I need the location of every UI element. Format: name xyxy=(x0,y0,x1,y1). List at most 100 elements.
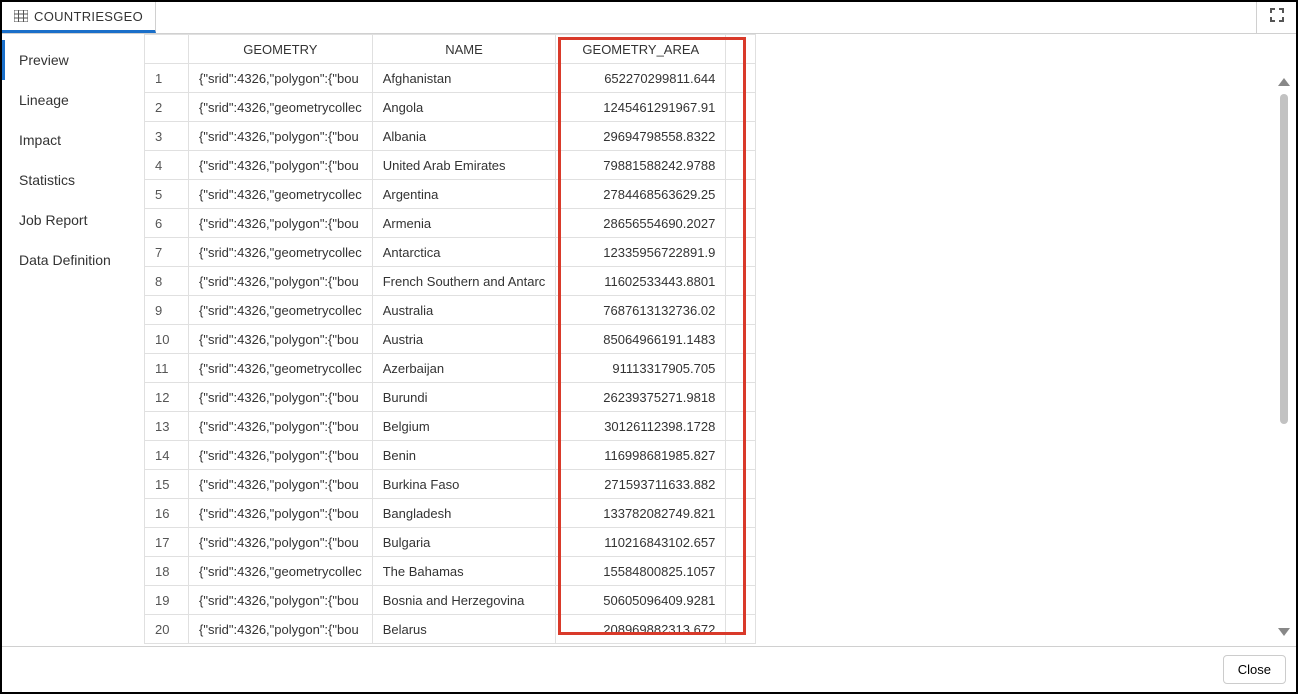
column-header-rownum[interactable] xyxy=(145,35,189,64)
cell-geometry: {"srid":4326,"polygon":{"bou xyxy=(189,267,373,296)
cell-name: French Southern and Antarc xyxy=(372,267,556,296)
sidebar-item-preview[interactable]: Preview xyxy=(2,40,144,80)
table-row[interactable]: 20{"srid":4326,"polygon":{"bouBelarus208… xyxy=(145,615,756,644)
cell-area: 11602533443.8801 xyxy=(556,267,726,296)
cell-name: Albania xyxy=(372,122,556,151)
title-tab[interactable]: COUNTRIESGEO xyxy=(2,2,156,33)
cell-name: Armenia xyxy=(372,209,556,238)
cell-geometry: {"srid":4326,"polygon":{"bou xyxy=(189,383,373,412)
cell-name: Belarus xyxy=(372,615,556,644)
cell-rownum: 17 xyxy=(145,528,189,557)
cell-rownum: 16 xyxy=(145,499,189,528)
table-row[interactable]: 19{"srid":4326,"polygon":{"bouBosnia and… xyxy=(145,586,756,615)
cell-area: 79881588242.9788 xyxy=(556,151,726,180)
sidebar-item-lineage[interactable]: Lineage xyxy=(2,80,144,120)
titlebar: COUNTRIESGEO xyxy=(2,2,1296,34)
cell-name: United Arab Emirates xyxy=(372,151,556,180)
cell-geometry: {"srid":4326,"polygon":{"bou xyxy=(189,586,373,615)
close-button[interactable]: Close xyxy=(1223,655,1286,684)
scroll-up-icon[interactable] xyxy=(1278,78,1290,86)
cell-geometry: {"srid":4326,"geometrycollec xyxy=(189,296,373,325)
table-row[interactable]: 2{"srid":4326,"geometrycollecAngola12454… xyxy=(145,93,756,122)
cell-name: Austria xyxy=(372,325,556,354)
cell-extra xyxy=(726,64,756,93)
table-row[interactable]: 6{"srid":4326,"polygon":{"bouArmenia2865… xyxy=(145,209,756,238)
cell-name: Australia xyxy=(372,296,556,325)
sidebar-item-label: Job Report xyxy=(19,212,87,228)
column-header-area[interactable]: GEOMETRY_AREA xyxy=(556,35,726,64)
table-row[interactable]: 15{"srid":4326,"polygon":{"bouBurkina Fa… xyxy=(145,470,756,499)
cell-rownum: 10 xyxy=(145,325,189,354)
table-row[interactable]: 5{"srid":4326,"geometrycollecArgentina27… xyxy=(145,180,756,209)
table-row[interactable]: 4{"srid":4326,"polygon":{"bouUnited Arab… xyxy=(145,151,756,180)
cell-rownum: 1 xyxy=(145,64,189,93)
cell-extra xyxy=(726,441,756,470)
dialog-window: COUNTRIESGEO Preview Lineage Imp xyxy=(0,0,1298,694)
table-icon xyxy=(14,10,28,22)
cell-extra xyxy=(726,122,756,151)
cell-area: 2784468563629.25 xyxy=(556,180,726,209)
cell-rownum: 12 xyxy=(145,383,189,412)
cell-extra xyxy=(726,180,756,209)
cell-rownum: 20 xyxy=(145,615,189,644)
table-row[interactable]: 9{"srid":4326,"geometrycollecAustralia76… xyxy=(145,296,756,325)
cell-name: Burundi xyxy=(372,383,556,412)
table-row[interactable]: 18{"srid":4326,"geometrycollecThe Bahama… xyxy=(145,557,756,586)
column-header-geometry[interactable]: GEOMETRY xyxy=(189,35,373,64)
table-row[interactable]: 13{"srid":4326,"polygon":{"bouBelgium301… xyxy=(145,412,756,441)
cell-extra xyxy=(726,267,756,296)
cell-rownum: 19 xyxy=(145,586,189,615)
sidebar: Preview Lineage Impact Statistics Job Re… xyxy=(2,34,144,646)
titlebar-spacer xyxy=(156,2,1256,33)
table-row[interactable]: 10{"srid":4326,"polygon":{"bouAustria850… xyxy=(145,325,756,354)
cell-name: Benin xyxy=(372,441,556,470)
sidebar-item-impact[interactable]: Impact xyxy=(2,120,144,160)
cell-area: 12335956722891.9 xyxy=(556,238,726,267)
cell-area: 7687613132736.02 xyxy=(556,296,726,325)
cell-extra xyxy=(726,238,756,267)
cell-extra xyxy=(726,412,756,441)
table-row[interactable]: 11{"srid":4326,"geometrycollecAzerbaijan… xyxy=(145,354,756,383)
data-grid: GEOMETRY NAME GEOMETRY_AREA 1{"srid":432… xyxy=(144,34,756,644)
grid-container: GEOMETRY NAME GEOMETRY_AREA 1{"srid":432… xyxy=(144,34,1296,646)
cell-area: 110216843102.657 xyxy=(556,528,726,557)
cell-name: Belgium xyxy=(372,412,556,441)
sidebar-item-label: Data Definition xyxy=(19,252,111,268)
cell-area: 652270299811.644 xyxy=(556,64,726,93)
cell-geometry: {"srid":4326,"geometrycollec xyxy=(189,557,373,586)
table-row[interactable]: 3{"srid":4326,"polygon":{"bouAlbania2969… xyxy=(145,122,756,151)
scroll-down-icon[interactable] xyxy=(1278,628,1290,636)
cell-area: 91113317905.705 xyxy=(556,354,726,383)
sidebar-item-statistics[interactable]: Statistics xyxy=(2,160,144,200)
expand-button[interactable] xyxy=(1256,2,1296,33)
cell-area: 26239375271.9818 xyxy=(556,383,726,412)
cell-area: 85064966191.1483 xyxy=(556,325,726,354)
cell-name: Afghanistan xyxy=(372,64,556,93)
cell-geometry: {"srid":4326,"polygon":{"bou xyxy=(189,499,373,528)
column-header-name[interactable]: NAME xyxy=(372,35,556,64)
cell-area: 30126112398.1728 xyxy=(556,412,726,441)
cell-extra xyxy=(726,93,756,122)
cell-extra xyxy=(726,586,756,615)
sidebar-item-job-report[interactable]: Job Report xyxy=(2,200,144,240)
cell-name: Azerbaijan xyxy=(372,354,556,383)
column-header-extra[interactable] xyxy=(726,35,756,64)
scroll-thumb[interactable] xyxy=(1280,94,1288,424)
table-row[interactable]: 12{"srid":4326,"polygon":{"bouBurundi262… xyxy=(145,383,756,412)
table-row[interactable]: 8{"srid":4326,"polygon":{"bouFrench Sout… xyxy=(145,267,756,296)
vertical-scrollbar[interactable] xyxy=(1278,78,1290,636)
cell-extra xyxy=(726,470,756,499)
table-row[interactable]: 16{"srid":4326,"polygon":{"bouBangladesh… xyxy=(145,499,756,528)
table-row[interactable]: 7{"srid":4326,"geometrycollecAntarctica1… xyxy=(145,238,756,267)
table-row[interactable]: 14{"srid":4326,"polygon":{"bouBenin11699… xyxy=(145,441,756,470)
cell-geometry: {"srid":4326,"polygon":{"bou xyxy=(189,615,373,644)
sidebar-item-data-definition[interactable]: Data Definition xyxy=(2,240,144,280)
cell-area: 133782082749.821 xyxy=(556,499,726,528)
cell-rownum: 7 xyxy=(145,238,189,267)
cell-rownum: 6 xyxy=(145,209,189,238)
table-row[interactable]: 1{"srid":4326,"polygon":{"bouAfghanistan… xyxy=(145,64,756,93)
table-row[interactable]: 17{"srid":4326,"polygon":{"bouBulgaria11… xyxy=(145,528,756,557)
sidebar-item-label: Statistics xyxy=(19,172,75,188)
cell-extra xyxy=(726,615,756,644)
sidebar-item-label: Preview xyxy=(19,52,69,68)
